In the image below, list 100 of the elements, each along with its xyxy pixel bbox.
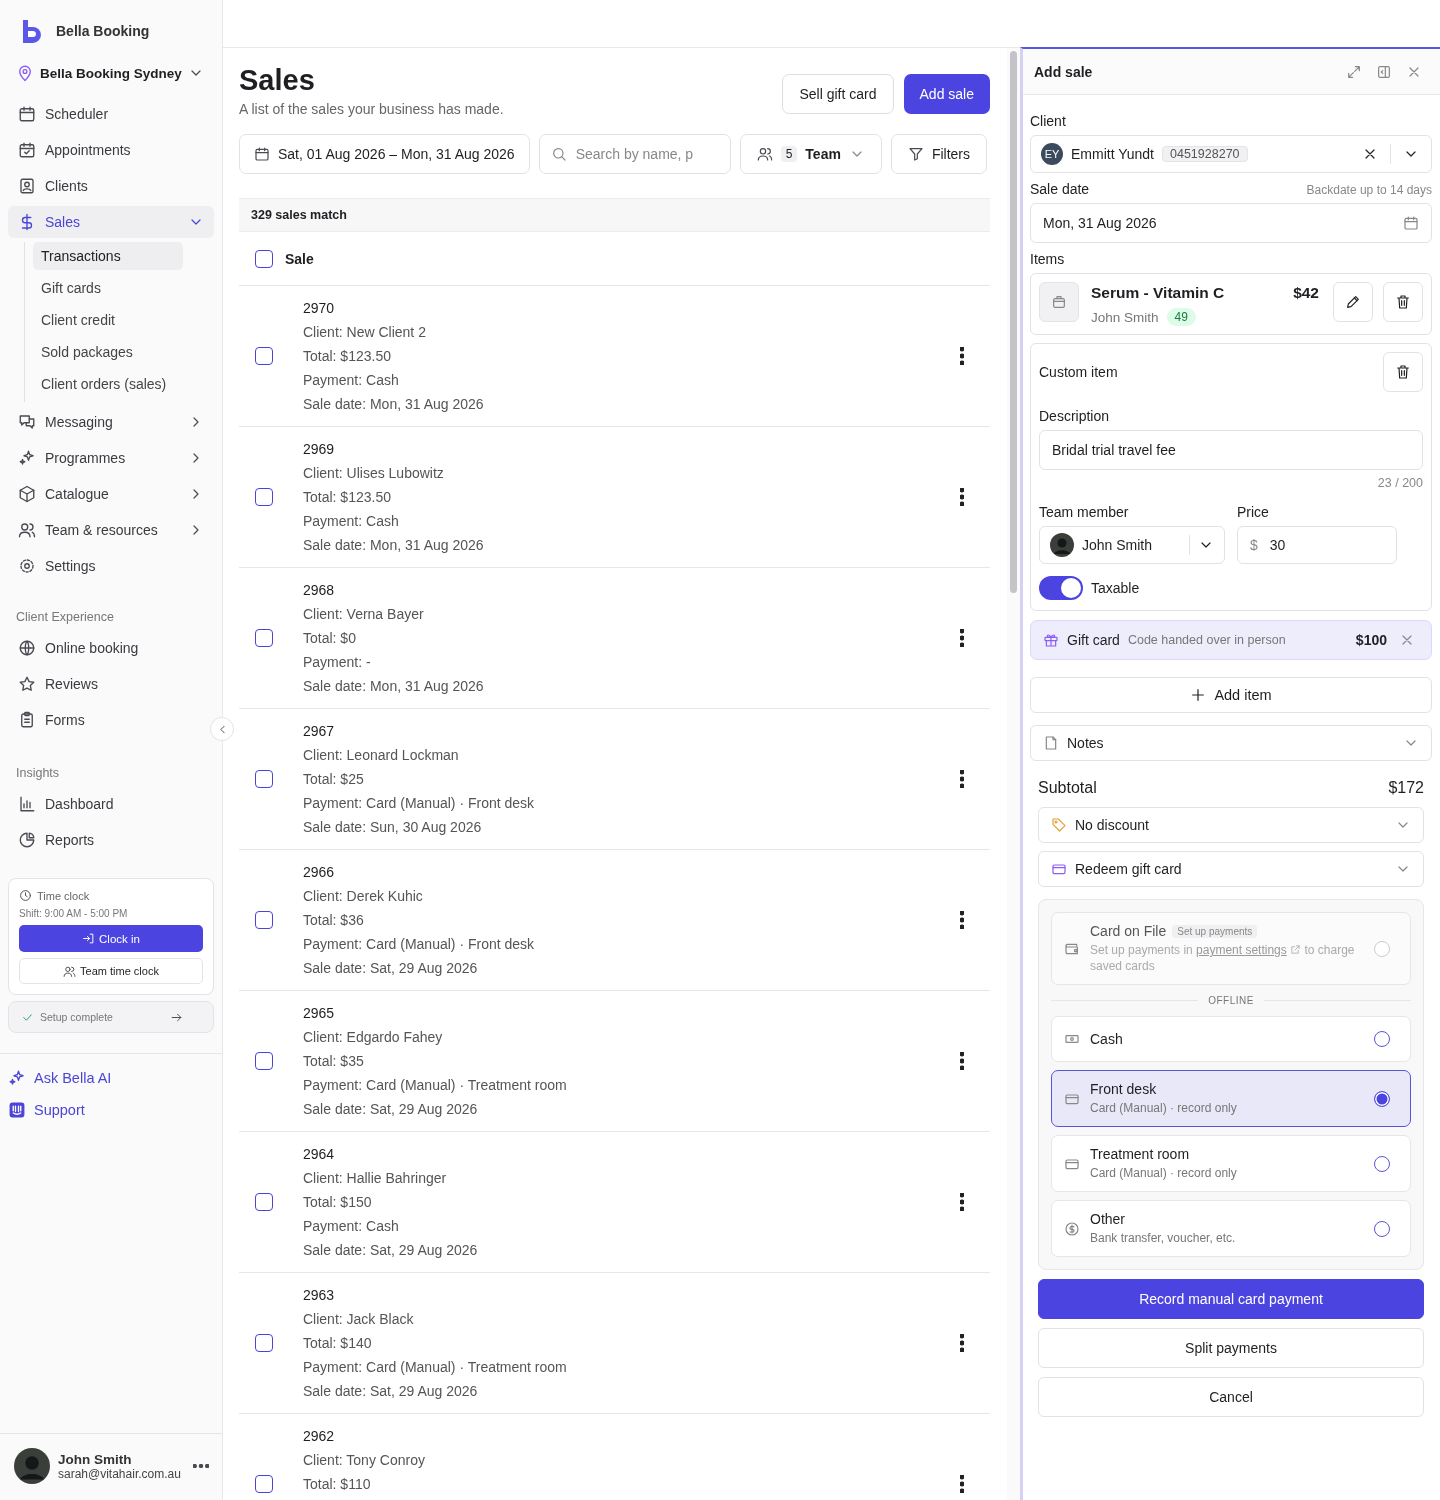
file-icon [1043,735,1059,751]
nav-item[interactable]: Reports [8,824,214,856]
sidebar-link[interactable]: Ask Bella AI [8,1062,214,1094]
row-checkbox[interactable] [255,1052,273,1070]
gift-card-label: Gift card [1067,632,1120,648]
nav-item[interactable]: Clients [8,170,214,202]
payment-option[interactable]: Treatment room Card (Manual) · record only [1051,1135,1411,1192]
secondary-button[interactable]: Cancel [1038,1377,1424,1417]
nav-item[interactable]: Team & resources [8,514,214,546]
payment-option[interactable]: Cash [1051,1016,1411,1062]
sale-detail: Total: $110 [303,1475,372,1494]
sell-gift-card-button[interactable]: Sell gift card [782,74,894,114]
field-label: Team member [1039,504,1130,520]
location-selector[interactable]: Bella Booking Sydney [8,54,212,92]
delete-button[interactable] [1383,282,1423,322]
clock-icon [19,889,32,902]
nav-item[interactable]: Scheduler [8,98,214,130]
kebab-icon [960,1052,964,1070]
row-checkbox[interactable] [255,1475,273,1493]
radio-button[interactable] [1374,1090,1390,1107]
login-icon [82,932,96,945]
sale-detail: Total: $36 [303,911,365,930]
sale-id: 2969 [303,440,336,459]
nav-subitem[interactable]: Client credit [33,306,183,334]
clock-in-button[interactable]: Clock in [19,925,203,952]
price-field[interactable]: $ 30 [1237,526,1397,564]
notes-dropdown[interactable]: Notes [1030,725,1432,761]
nav-subitem[interactable]: Transactions [33,242,183,270]
select-all-checkbox[interactable] [255,249,273,268]
nav-item[interactable]: Dashboard [8,788,214,820]
plus-icon [1190,687,1207,703]
sale-detail: Client: Hallie Bahringer [303,1169,448,1188]
sale-detail: Client: Ulises Lubowitz [303,464,445,483]
nav-item[interactable]: Programmes [8,442,214,474]
sale-detail: Total: $0 [303,629,357,648]
payment-option[interactable]: Front desk Card (Manual) · record only [1051,1070,1411,1127]
chat-icon [18,413,36,431]
add-sale-button[interactable]: Add sale [903,74,990,114]
nav-subitem[interactable]: Sold packages [33,338,183,366]
sale-detail: Payment: Card (Manual) · Treatment room [303,1076,568,1095]
users-icon [63,964,77,978]
scrollbar[interactable] [1010,51,1017,593]
custom-item-title: Custom item [1039,364,1118,380]
client-select[interactable]: EY Emmitt Yundt 0451928270 [1030,135,1432,173]
team-member-select[interactable]: John Smith [1039,526,1225,564]
taxable-toggle[interactable] [1039,576,1083,600]
avatar [1050,533,1074,557]
radio-button[interactable] [1374,1220,1390,1237]
date-range-picker[interactable]: Sat, 01 Aug 2026 – Mon, 31 Aug 2026 [239,134,530,174]
divider-label: OFFLINE [1208,995,1254,1006]
toggle-label: Taxable [1091,580,1140,596]
description-field[interactable]: Bridal trial travel fee [1039,430,1423,470]
redeem-gift-card-dropdown[interactable]: Redeem gift card [1038,851,1424,887]
cube-icon [18,485,36,503]
discount-dropdown[interactable]: No discount [1038,807,1424,843]
row-checkbox[interactable] [255,1193,273,1211]
nav-subitem[interactable]: Client orders (sales) [33,370,183,398]
nav-item[interactable]: Forms [8,704,214,736]
sale-detail: Sale date: Sun, 30 Aug 2026 [303,818,483,837]
sale-date-field[interactable]: Mon, 31 Aug 2026 [1030,203,1432,243]
team-filter[interactable]: 5 Team [739,134,882,174]
nav-item[interactable]: Reviews [8,668,214,700]
add-item-button[interactable]: Add item [1030,677,1432,713]
row-checkbox[interactable] [255,770,273,788]
filters-button[interactable]: Filters [890,134,987,174]
panel-icon [1376,63,1392,80]
nav-item[interactable]: Sales [8,206,214,238]
trash-icon [1395,364,1411,380]
nav-item[interactable]: Online booking [8,632,214,664]
edit-button[interactable] [1333,282,1373,322]
users-icon [756,146,773,162]
sale-detail: Total: $35 [303,1052,365,1071]
payment-option[interactable]: Other Bank transfer, voucher, etc. [1051,1200,1411,1257]
nav-item[interactable]: Catalogue [8,478,214,510]
search-field[interactable]: Search by name, p [538,134,731,174]
kebab-icon [960,911,964,929]
row-checkbox[interactable] [255,1334,273,1352]
row-checkbox[interactable] [255,911,273,929]
record-payment-button[interactable]: Record manual card payment [1038,1279,1424,1319]
sidebar-link[interactable]: Support [8,1094,214,1126]
kebab-icon [960,1334,964,1352]
item-staff: John Smith [1091,309,1159,325]
sale-detail: Total: $150 [303,1193,373,1212]
delete-button[interactable] [1383,352,1423,392]
nav-item[interactable]: Messaging [8,406,214,438]
tag-icon [1051,817,1067,833]
row-checkbox[interactable] [255,488,273,506]
team-time-clock-button[interactable]: Team time clock [19,958,203,984]
nav-subitem[interactable]: Gift cards [33,274,183,302]
avatar [14,1448,50,1484]
setup-complete-banner[interactable]: Setup complete [8,1001,214,1033]
setup-badge: Set up payments [1172,924,1258,938]
row-checkbox[interactable] [255,629,273,647]
secondary-button[interactable]: Split payments [1038,1328,1424,1368]
radio-button[interactable] [1374,1031,1390,1047]
radio-button[interactable] [1374,1155,1390,1172]
sparkle-icon [8,1069,26,1087]
row-checkbox[interactable] [255,347,273,365]
nav-item[interactable]: Settings [8,550,214,582]
nav-item[interactable]: Appointments [8,134,214,166]
